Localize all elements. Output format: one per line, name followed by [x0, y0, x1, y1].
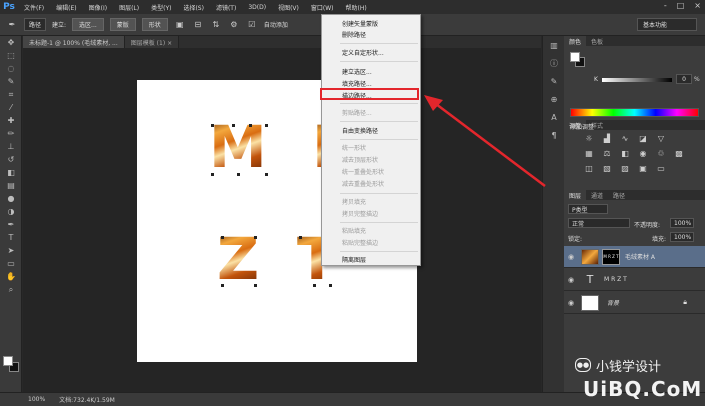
arrow-shaft [435, 103, 546, 187]
watermark-brand: 小钱学设计 [596, 360, 662, 375]
watermark-site: UiBQ.CoM [583, 377, 703, 401]
wechat-logo-icon: ●● [575, 358, 591, 372]
annotation-arrow [424, 95, 546, 187]
